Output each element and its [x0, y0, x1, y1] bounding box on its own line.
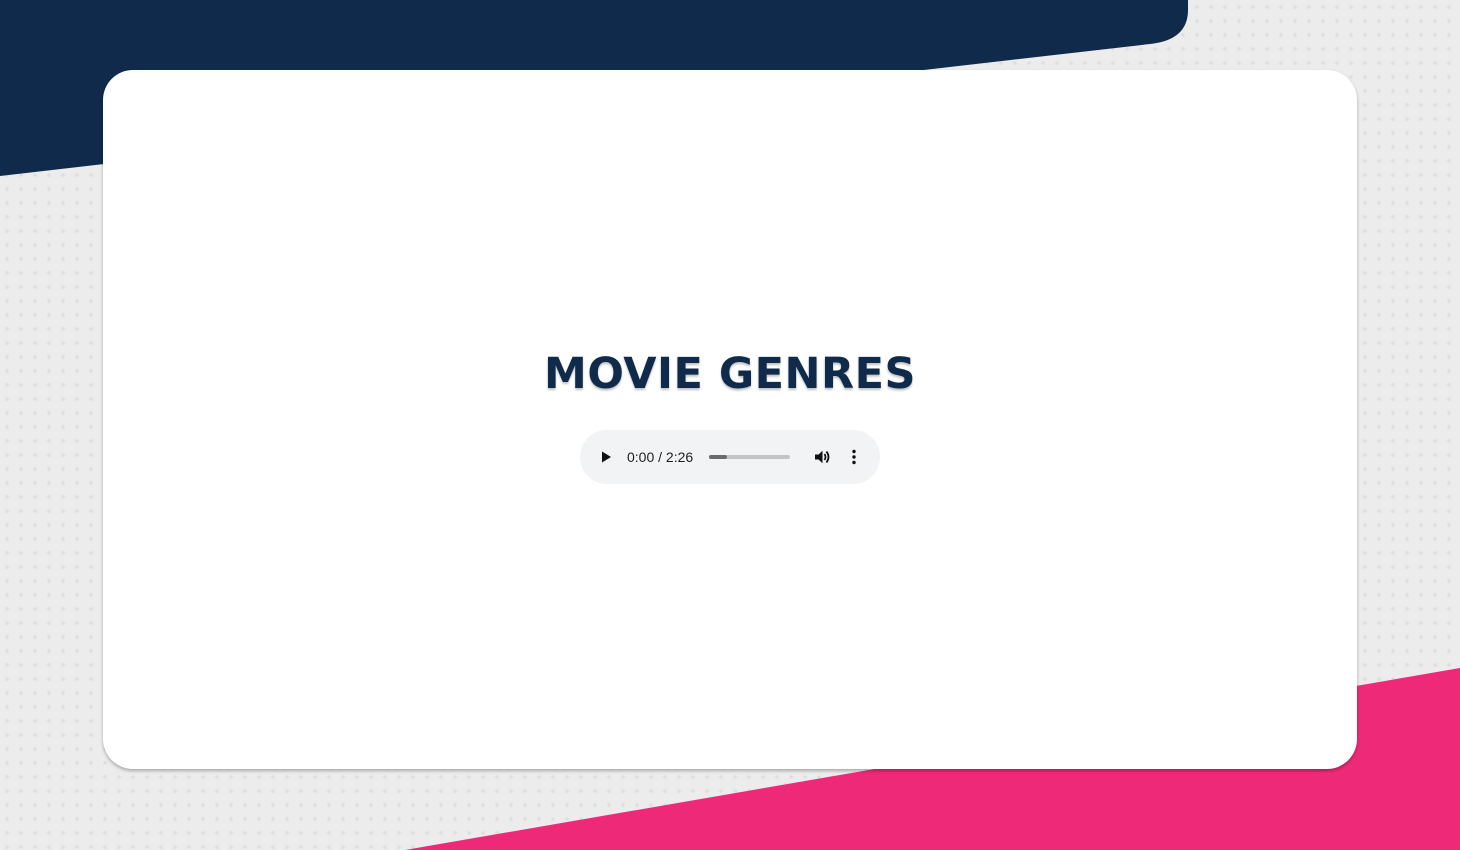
seek-progress: [709, 455, 727, 459]
more-options-icon: [852, 449, 856, 465]
page-background: MOVIE GENRES 0:00 / 2:26: [0, 0, 1460, 850]
page-title: MOVIE GENRES: [544, 349, 916, 399]
volume-icon: [815, 450, 830, 464]
play-icon: [602, 451, 611, 463]
more-options-button[interactable]: [844, 447, 864, 467]
volume-button[interactable]: [812, 447, 832, 467]
play-button[interactable]: [596, 447, 616, 467]
content-card: MOVIE GENRES 0:00 / 2:26: [103, 70, 1357, 769]
audio-player[interactable]: 0:00 / 2:26: [580, 430, 880, 484]
time-display: 0:00 / 2:26: [627, 449, 694, 465]
seek-slider[interactable]: [709, 455, 790, 459]
